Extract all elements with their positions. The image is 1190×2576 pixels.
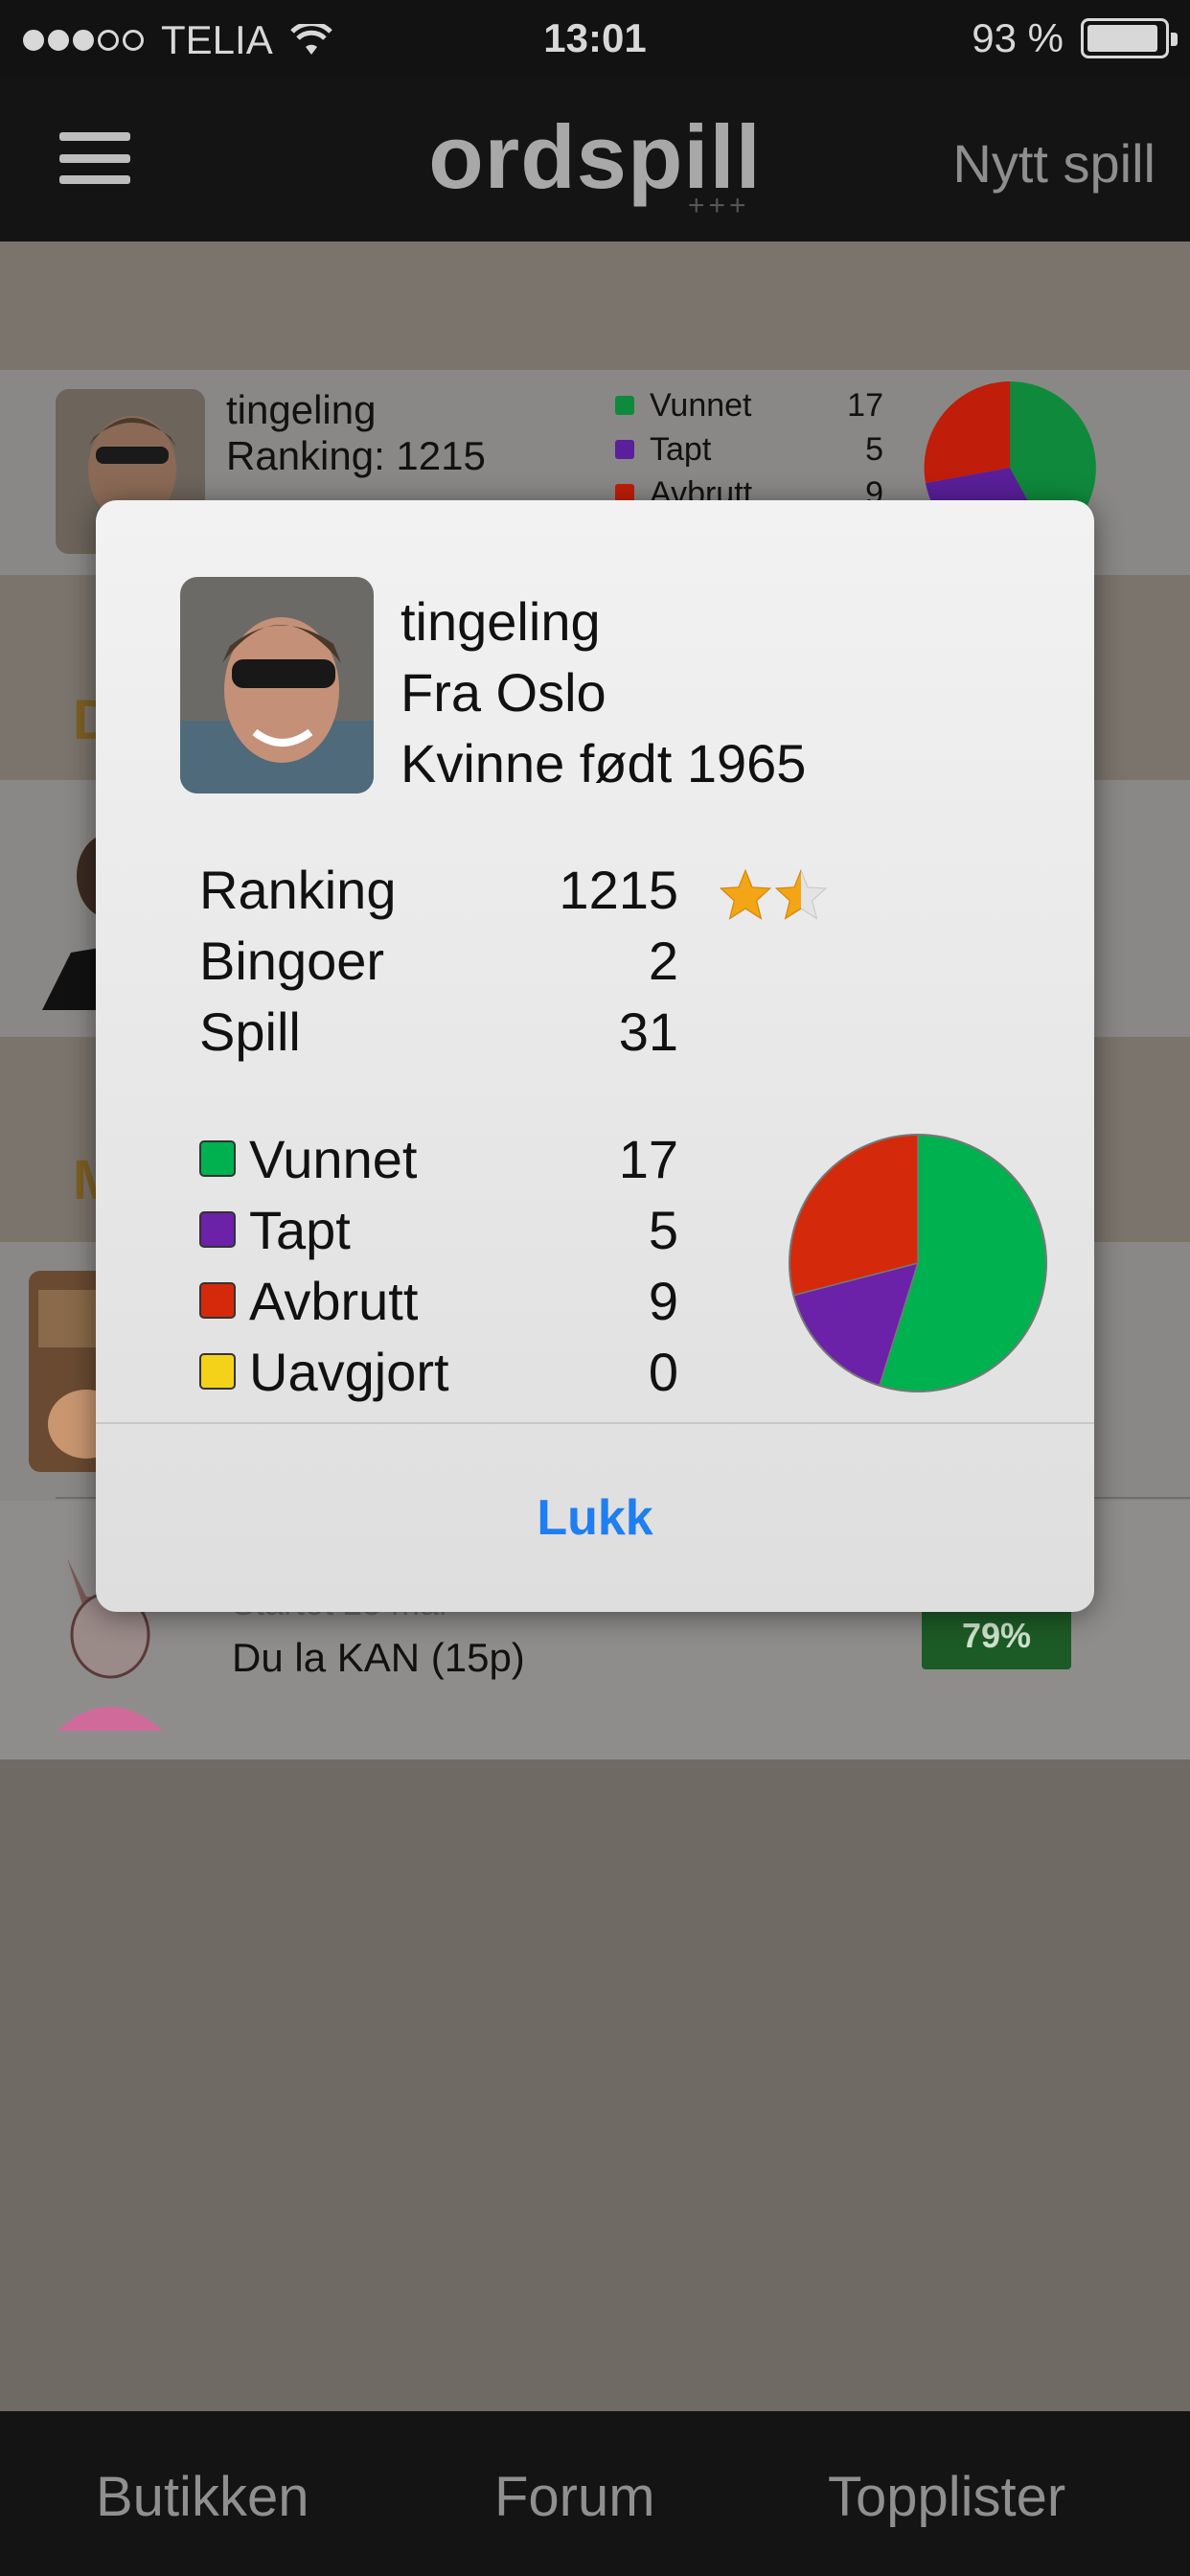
timer-percent: 79% bbox=[961, 1616, 1032, 1655]
result-value: 17 bbox=[618, 1128, 678, 1189]
star-icon bbox=[719, 868, 772, 920]
profile-location: Fra Oslo bbox=[400, 662, 606, 723]
profile-info: tingeling Fra Oslo Kvinne født 1965 bbox=[400, 586, 806, 799]
player-profile-dialog: tingeling Fra Oslo Kvinne født 1965 Rank… bbox=[96, 500, 1094, 1612]
result-label: Tapt bbox=[249, 1199, 351, 1260]
profile-photo bbox=[180, 577, 374, 794]
stat-spill: Spill 31 bbox=[199, 1000, 678, 1071]
game-last-move: Du la KAN (15p) bbox=[232, 1635, 525, 1680]
tab-topplister[interactable]: Topplister bbox=[828, 2465, 1065, 2529]
nav-bar: ordspill +++ Nytt spill bbox=[0, 77, 1190, 242]
battery-fill bbox=[1087, 25, 1157, 52]
result-value: 0 bbox=[648, 1341, 678, 1402]
result-row-lost: Tapt 5 bbox=[199, 1194, 678, 1265]
stat-label: Bingoer bbox=[199, 931, 385, 991]
bottom-tab-bar: Butikken Forum Topplister bbox=[0, 2411, 1190, 2576]
close-button[interactable]: Lukk bbox=[96, 1424, 1094, 1612]
profile-name: tingeling bbox=[400, 591, 601, 652]
mini-legend: Vunnet 17 Tapt 5 Avbrutt 9 bbox=[615, 383, 883, 516]
stat-value: 2 bbox=[648, 931, 678, 991]
mini-legend-item: Tapt 5 bbox=[615, 427, 883, 472]
results-pie-chart bbox=[789, 1134, 1047, 1392]
star-icon bbox=[774, 868, 828, 920]
player-name: tingeling bbox=[226, 387, 377, 432]
stat-label: Ranking bbox=[199, 860, 397, 920]
player-ranking: Ranking: 1215 bbox=[226, 433, 486, 478]
stat-value: 1215 bbox=[559, 860, 678, 920]
timer-badge: 79% bbox=[922, 1602, 1071, 1669]
legend-swatch bbox=[615, 440, 634, 459]
result-row-aborted: Avbrutt 9 bbox=[199, 1265, 678, 1336]
list-header-band bbox=[0, 242, 1190, 370]
result-value: 5 bbox=[648, 1199, 678, 1260]
result-row-draw: Uavgjort 0 bbox=[199, 1336, 678, 1407]
mini-legend-label: Vunnet bbox=[650, 386, 752, 424]
legend-swatch bbox=[199, 1353, 236, 1390]
status-bar: TELIA 13:01 93 % bbox=[0, 0, 1190, 77]
legend-swatch bbox=[199, 1140, 236, 1177]
stats-list: Ranking 1215 Bingoer 2 Spill 31 bbox=[199, 859, 678, 1071]
tab-butikken[interactable]: Butikken bbox=[96, 2465, 309, 2529]
mini-legend-value: 5 bbox=[865, 430, 883, 468]
stat-value: 31 bbox=[618, 1001, 678, 1062]
battery-icon bbox=[1081, 18, 1178, 58]
result-value: 9 bbox=[648, 1270, 678, 1331]
new-game-button[interactable]: Nytt spill bbox=[952, 132, 1156, 195]
mini-legend-value: 17 bbox=[847, 386, 883, 424]
logo-suffix: +++ bbox=[688, 190, 750, 221]
legend-swatch bbox=[615, 396, 634, 415]
battery-percent: 93 % bbox=[972, 15, 1064, 60]
stat-bingoer: Bingoer 2 bbox=[199, 930, 678, 1000]
stat-label: Spill bbox=[199, 1001, 301, 1062]
result-row-won: Vunnet 17 bbox=[199, 1123, 678, 1194]
mini-legend-label: Tapt bbox=[650, 430, 712, 468]
mini-legend-item: Vunnet 17 bbox=[615, 383, 883, 427]
result-label: Uavgjort bbox=[249, 1341, 449, 1402]
star-rating bbox=[719, 868, 828, 922]
result-label: Vunnet bbox=[249, 1128, 418, 1189]
stat-ranking: Ranking 1215 bbox=[199, 859, 678, 930]
battery-indicator: 93 % bbox=[972, 15, 1178, 61]
tab-forum[interactable]: Forum bbox=[494, 2465, 655, 2529]
legend-swatch bbox=[199, 1211, 236, 1248]
legend-swatch bbox=[199, 1282, 236, 1319]
result-label: Avbrutt bbox=[249, 1270, 419, 1331]
results-legend: Vunnet 17 Tapt 5 Avbrutt 9 Uavgjort 0 bbox=[199, 1123, 678, 1407]
profile-bio: Kvinne født 1965 bbox=[400, 733, 807, 794]
